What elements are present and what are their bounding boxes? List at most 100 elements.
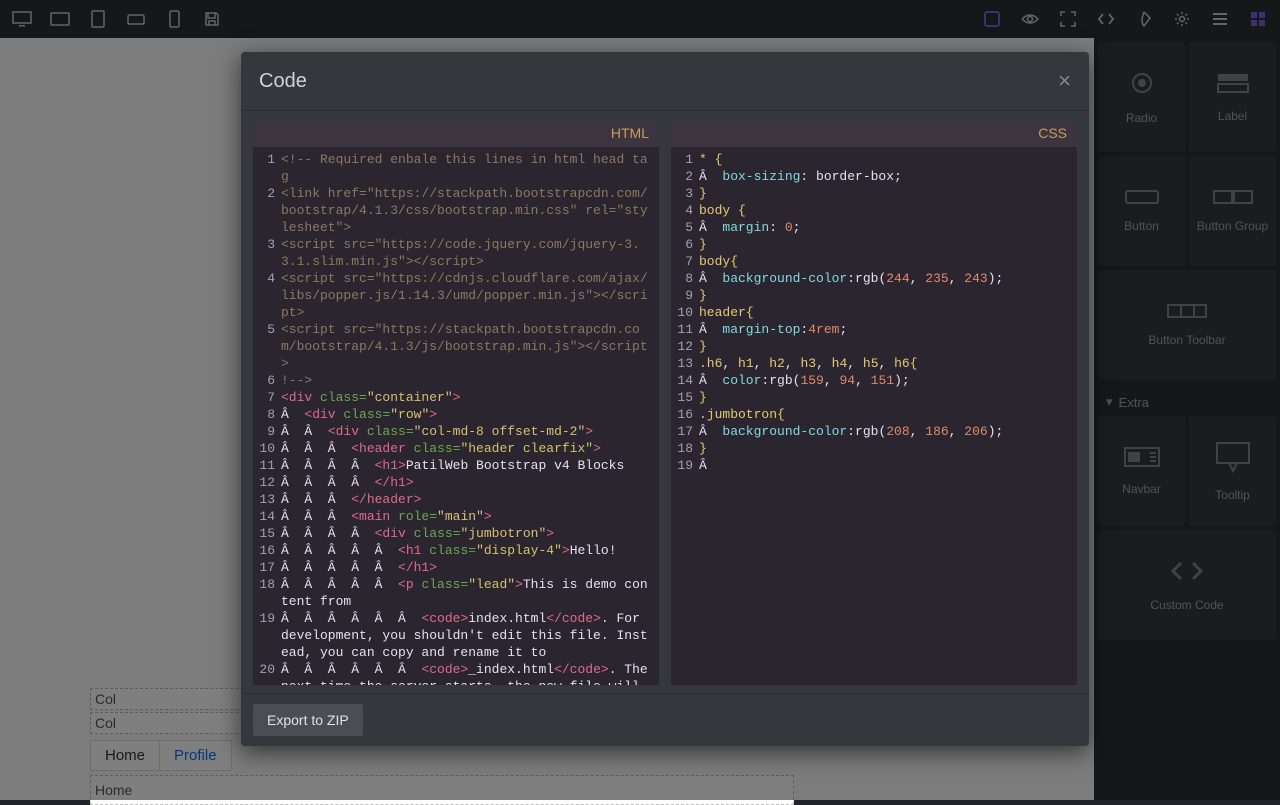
code-line[interactable]: 19Â <box>673 457 1071 474</box>
line-text: <div class="container"> <box>281 389 653 406</box>
code-line[interactable]: 13.h6, h1, h2, h3, h4, h5, h6{ <box>673 355 1071 372</box>
line-text: * { <box>699 151 1071 168</box>
code-line[interactable]: 20Â Â Â Â Â Â <code>_index.html</code>. … <box>255 661 653 685</box>
code-line[interactable]: 4<script src="https://cdnjs.cloudflare.c… <box>255 270 653 321</box>
line-text: <!-- Required enbale this lines in html … <box>281 151 653 185</box>
line-number: 18 <box>673 440 699 457</box>
line-number: 17 <box>255 559 281 576</box>
code-line[interactable]: 18} <box>673 440 1071 457</box>
line-number: 1 <box>673 151 699 168</box>
export-zip-button[interactable]: Export to ZIP <box>253 704 363 736</box>
line-number: 18 <box>255 576 281 610</box>
line-text: Â Â Â Â Â Â <code>index.html</code>. For… <box>281 610 653 661</box>
code-line[interactable]: 12Â Â Â Â </h1> <box>255 474 653 491</box>
line-number: 6 <box>673 236 699 253</box>
code-line[interactable]: 17Â background-color:rgb(208, 186, 206); <box>673 423 1071 440</box>
line-number: 14 <box>673 372 699 389</box>
line-text: body { <box>699 202 1071 219</box>
code-line[interactable]: 14Â Â Â <main role="main"> <box>255 508 653 525</box>
line-number: 13 <box>673 355 699 372</box>
line-text: <script src="https://cdnjs.cloudflare.co… <box>281 270 653 321</box>
code-line[interactable]: 8Â background-color:rgb(244, 235, 243); <box>673 270 1071 287</box>
line-number: 1 <box>255 151 281 185</box>
code-line[interactable]: 7body{ <box>673 253 1071 270</box>
line-number: 15 <box>673 389 699 406</box>
code-pane-label-html: HTML <box>253 119 659 147</box>
code-line[interactable]: 6} <box>673 236 1071 253</box>
code-line[interactable]: 18Â Â Â Â Â <p class="lead">This is demo… <box>255 576 653 610</box>
line-number: 6 <box>255 372 281 389</box>
line-text: Â Â Â </header> <box>281 491 653 508</box>
line-number: 9 <box>673 287 699 304</box>
line-text: Â margin: 0; <box>699 219 1071 236</box>
html-code-editor[interactable]: 1<!-- Required enbale this lines in html… <box>253 147 659 685</box>
line-text: Â box-sizing: border-box; <box>699 168 1071 185</box>
code-line[interactable]: 16Â Â Â Â Â <h1 class="display-4">Hello! <box>255 542 653 559</box>
line-text: Â Â Â <header class="header clearfix"> <box>281 440 653 457</box>
modal-footer: Export to ZIP <box>241 693 1089 746</box>
line-number: 11 <box>255 457 281 474</box>
line-number: 2 <box>255 185 281 236</box>
code-line[interactable]: 1* { <box>673 151 1071 168</box>
line-number: 7 <box>673 253 699 270</box>
code-line[interactable]: 3<script src="https://code.jquery.com/jq… <box>255 236 653 270</box>
line-text: Â Â Â Â <h1>PatilWeb Bootstrap v4 Blocks <box>281 457 653 474</box>
line-text: <link href="https://stackpath.bootstrapc… <box>281 185 653 236</box>
code-line[interactable]: 15} <box>673 389 1071 406</box>
code-line[interactable]: 15Â Â Â Â <div class="jumbotron"> <box>255 525 653 542</box>
code-modal: Code × HTML 1<!-- Required enbale this l… <box>241 52 1089 746</box>
modal-title: Code <box>259 70 307 93</box>
code-line[interactable]: 1<!-- Required enbale this lines in html… <box>255 151 653 185</box>
line-text: } <box>699 185 1071 202</box>
css-code-pane: CSS 1* {2Â box-sizing: border-box;3}4bod… <box>671 119 1077 685</box>
code-line[interactable]: 11Â margin-top:4rem; <box>673 321 1071 338</box>
code-line[interactable]: 6!--> <box>255 372 653 389</box>
line-number: 16 <box>255 542 281 559</box>
code-line[interactable]: 14Â color:rgb(159, 94, 151); <box>673 372 1071 389</box>
code-line[interactable]: 3} <box>673 185 1071 202</box>
code-line[interactable]: 16.jumbotron{ <box>673 406 1071 423</box>
line-text: Â Â Â <main role="main"> <box>281 508 653 525</box>
close-icon[interactable]: × <box>1058 68 1071 94</box>
code-line[interactable]: 2Â box-sizing: border-box; <box>673 168 1071 185</box>
line-number: 7 <box>255 389 281 406</box>
line-text: } <box>699 287 1071 304</box>
line-number: 10 <box>255 440 281 457</box>
line-number: 4 <box>673 202 699 219</box>
code-line[interactable]: 19Â Â Â Â Â Â <code>index.html</code>. F… <box>255 610 653 661</box>
line-text: .h6, h1, h2, h3, h4, h5, h6{ <box>699 355 1071 372</box>
code-line[interactable]: 9} <box>673 287 1071 304</box>
css-code-editor[interactable]: 1* {2Â box-sizing: border-box;3}4body {5… <box>671 147 1077 685</box>
line-text: .jumbotron{ <box>699 406 1071 423</box>
line-text: Â <box>699 457 1071 474</box>
line-text: Â <div class="row"> <box>281 406 653 423</box>
code-line[interactable]: 4body { <box>673 202 1071 219</box>
line-number: 3 <box>673 185 699 202</box>
code-line[interactable]: 11Â Â Â Â <h1>PatilWeb Bootstrap v4 Bloc… <box>255 457 653 474</box>
code-line[interactable]: 17Â Â Â Â Â </h1> <box>255 559 653 576</box>
code-line[interactable]: 9Â Â <div class="col-md-8 offset-md-2"> <box>255 423 653 440</box>
code-line[interactable]: 12} <box>673 338 1071 355</box>
line-text: Â Â Â Â Â <p class="lead">This is demo c… <box>281 576 653 610</box>
code-line[interactable]: 8Â <div class="row"> <box>255 406 653 423</box>
code-line[interactable]: 7<div class="container"> <box>255 389 653 406</box>
line-text: Â background-color:rgb(244, 235, 243); <box>699 270 1071 287</box>
code-line[interactable]: 10header{ <box>673 304 1071 321</box>
line-number: 5 <box>255 321 281 372</box>
code-line[interactable]: 10Â Â Â <header class="header clearfix"> <box>255 440 653 457</box>
line-number: 19 <box>255 610 281 661</box>
line-number: 9 <box>255 423 281 440</box>
code-line[interactable]: 2<link href="https://stackpath.bootstrap… <box>255 185 653 236</box>
code-line[interactable]: 13Â Â Â </header> <box>255 491 653 508</box>
line-number: 19 <box>673 457 699 474</box>
line-number: 8 <box>255 406 281 423</box>
code-line[interactable]: 5Â margin: 0; <box>673 219 1071 236</box>
html-code-pane: HTML 1<!-- Required enbale this lines in… <box>253 119 659 685</box>
code-line[interactable]: 5<script src="https://stackpath.bootstra… <box>255 321 653 372</box>
line-text: Â Â Â Â Â <h1 class="display-4">Hello! <box>281 542 653 559</box>
line-number: 12 <box>255 474 281 491</box>
line-number: 5 <box>673 219 699 236</box>
line-number: 8 <box>673 270 699 287</box>
line-text: } <box>699 440 1071 457</box>
line-text: } <box>699 338 1071 355</box>
